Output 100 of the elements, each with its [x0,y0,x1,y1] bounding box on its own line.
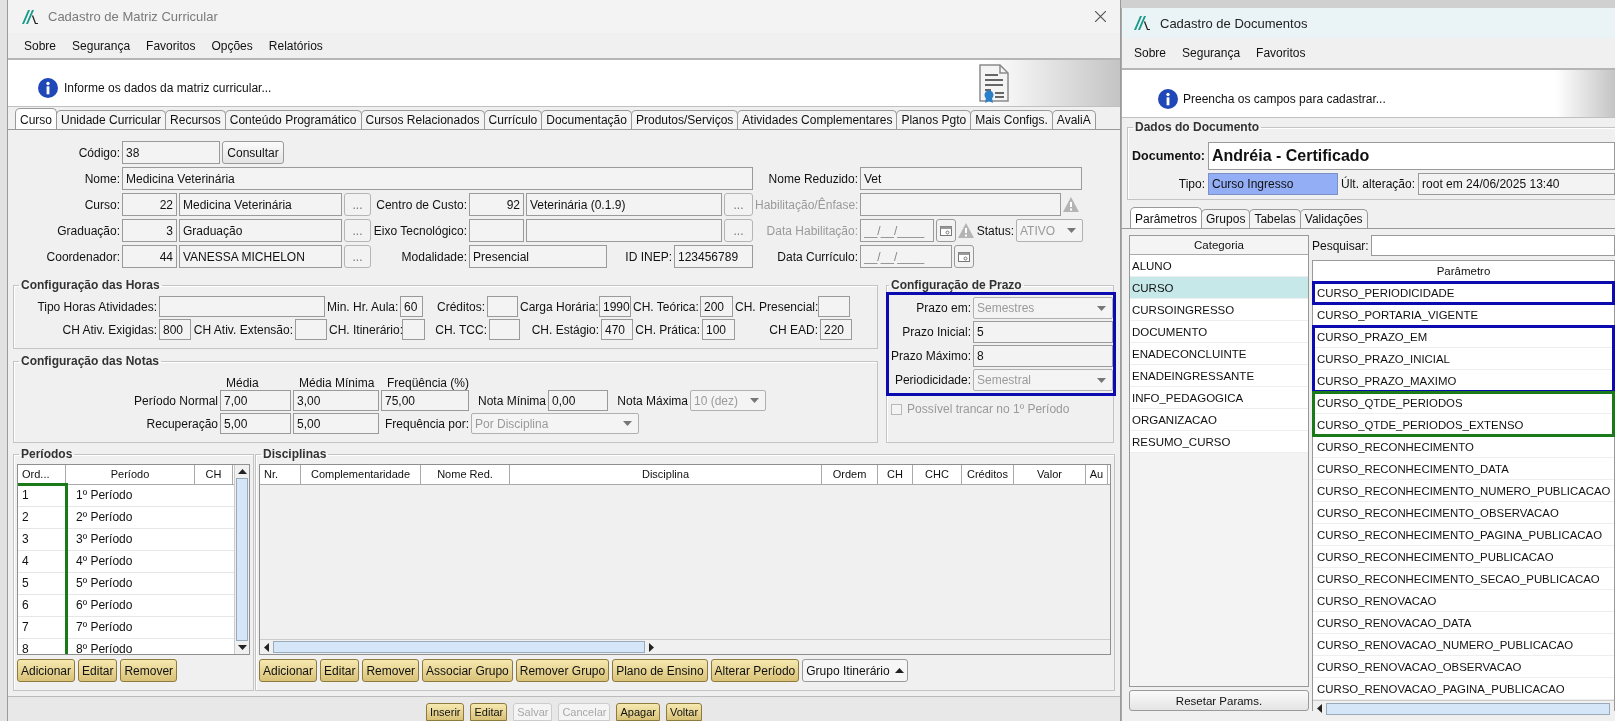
text-field[interactable] [295,319,327,340]
arrow-up-icon[interactable] [237,469,247,474]
tab[interactable]: Cursos Relacionados [360,110,485,129]
column-header[interactable]: CHC [913,465,962,484]
parameter-row[interactable]: CURSO_QTDE_PERIODOS [1313,392,1614,414]
tab[interactable]: AvaliA [1051,110,1096,129]
parameter-row[interactable]: CURSO_PRAZO_EM [1313,326,1614,348]
lookup-button[interactable]: ... [724,193,753,216]
text-field[interactable]: 800 [159,319,191,340]
tab[interactable]: Documentação [541,110,632,129]
text-field[interactable]: 22 [122,193,177,216]
list-item[interactable]: CURSOINGRESSO [1130,299,1308,321]
text-field[interactable] [487,296,518,317]
column-header[interactable]: Nr. [260,465,301,484]
action-button[interactable]: Adicionar [17,659,76,682]
text-field[interactable] [469,219,524,242]
action-button[interactable]: Adicionar [259,659,318,682]
arrow-right-icon[interactable] [649,642,654,652]
text-field[interactable]: 470 [601,319,633,340]
lookup-button[interactable]: ... [344,219,371,242]
text-field[interactable] [402,319,425,340]
parameter-row[interactable]: CURSO_PRAZO_INICIAL [1313,348,1614,370]
list-item[interactable]: ORGANIZACAO [1130,409,1308,431]
column-header[interactable]: Ord... [18,465,66,484]
column-header[interactable]: Período [66,465,195,484]
tab[interactable]: Recursos [165,110,226,129]
close-icon[interactable] [1095,11,1106,22]
menu-item[interactable]: Sobre [1126,46,1175,60]
menu-item[interactable]: Opções [203,38,261,53]
text-field[interactable]: 1990 [599,296,631,317]
calendar-button[interactable] [954,245,974,268]
tab[interactable]: Validações [1299,209,1368,228]
text-field[interactable]: 7,00 [220,390,291,411]
parameter-row[interactable]: CURSO_RENOVACAO [1313,590,1614,612]
action-button[interactable]: Plano de Ensino [612,659,708,682]
scrollbar[interactable] [1313,700,1614,716]
parameter-row[interactable]: CURSO_RECONHECIMENTO_PUBLICACAO [1313,546,1614,568]
column-header[interactable]: Créditos [962,465,1014,484]
menu-item[interactable]: Segurança [1174,46,1249,60]
arrow-left-icon[interactable] [1317,704,1322,713]
parameter-row[interactable]: CURSO_RECONHECIMENTO_NUMERO_PUBLICACAO [1313,480,1614,502]
action-button[interactable]: Remover [120,659,178,682]
text-field[interactable] [818,296,850,317]
text-field[interactable]: Andréia - Certificado [1208,142,1615,170]
tab[interactable]: Parâmetros [1130,207,1203,228]
list-item[interactable]: INFO_PEDAGOGICA [1130,387,1308,409]
parameter-row[interactable]: CURSO_RECONHECIMENTO [1313,436,1614,458]
column-header[interactable]: Ordem [822,465,878,484]
text-field[interactable]: 60 [400,296,423,317]
column-header[interactable]: Complementaridade [301,465,421,484]
text-field[interactable]: 8 [973,345,1113,367]
scrollbar-thumb[interactable] [1326,702,1610,715]
action-button[interactable]: Editar [470,703,508,721]
text-field[interactable]: Veterinária (0.1.9) [526,193,722,216]
list-item[interactable]: ENADECONCLUINTE [1130,343,1308,365]
text-field[interactable]: Medicina Veterinária [179,193,342,216]
text-field[interactable]: VANESSA MICHELON [179,245,342,268]
parameter-row[interactable]: CURSO_RENOVACAO_DATA [1313,612,1614,634]
action-button[interactable]: Inserir [425,703,465,721]
text-field[interactable] [159,296,325,317]
column-header[interactable]: CH [195,465,233,484]
text-field[interactable]: 220 [820,319,852,340]
parameter-row[interactable]: CURSO_RENOVACAO_NUMERO_PUBLICACAO [1313,634,1614,656]
menu-item[interactable]: Relatórios [260,38,331,53]
lookup-button[interactable]: ... [344,193,371,216]
parameter-row[interactable]: CURSO_PORTARIA_VIGENTE [1313,304,1614,326]
list-item[interactable]: DOCUMENTO [1130,321,1308,343]
text-field[interactable]: 38 [122,141,220,164]
arrow-down-icon[interactable] [237,645,247,650]
text-field[interactable]: Medicina Veterinária [122,167,753,190]
menu-item[interactable]: Favoritos [1248,46,1314,60]
lookup-button[interactable]: ... [344,245,371,268]
text-field[interactable]: root em 24/06/2025 13:40 [1418,173,1615,195]
action-button[interactable]: Remover Grupo [515,659,610,682]
dropdown-button[interactable]: Grupo Itinerário [802,659,908,682]
text-field[interactable]: 3 [122,219,177,242]
tab[interactable]: Curso [15,108,57,129]
scrollbar-thumb[interactable] [236,478,248,641]
search-field[interactable] [1370,235,1615,256]
tab[interactable]: Unidade Curricular [56,110,167,129]
parameter-row[interactable]: CURSO_RECONHECIMENTO_OBSERVACAO [1313,502,1614,524]
text-field[interactable]: Presencial [469,245,607,268]
parameter-row[interactable]: CURSO_RECONHECIMENTO_SECAO_PUBLICACAO [1313,568,1614,590]
date-field[interactable]: __/__/____ [860,245,952,268]
tab[interactable]: Grupos [1201,209,1251,228]
action-button[interactable]: Alterar Período [710,659,800,682]
column-header[interactable]: Valor [1014,465,1086,484]
text-field[interactable]: 5 [973,321,1113,343]
action-button[interactable]: Editar [320,659,360,682]
text-field[interactable]: 5,00 [293,413,379,434]
action-button[interactable]: Apagar [616,703,660,721]
text-field[interactable]: 75,00 [381,390,469,411]
parameter-row[interactable]: CURSO_QTDE_PERIODOS_EXTENSO [1313,414,1614,436]
text-field[interactable]: 3,00 [293,390,379,411]
tab[interactable]: Mais Configs. [970,110,1053,129]
text-field[interactable]: 123456789 [674,245,753,268]
column-header[interactable]: Disciplina [510,465,822,484]
action-button[interactable]: Remover [362,659,420,682]
parameter-row[interactable]: CURSO_RECONHECIMENTO_DATA [1313,458,1614,480]
list-item[interactable]: ENADEINGRESSANTE [1130,365,1308,387]
